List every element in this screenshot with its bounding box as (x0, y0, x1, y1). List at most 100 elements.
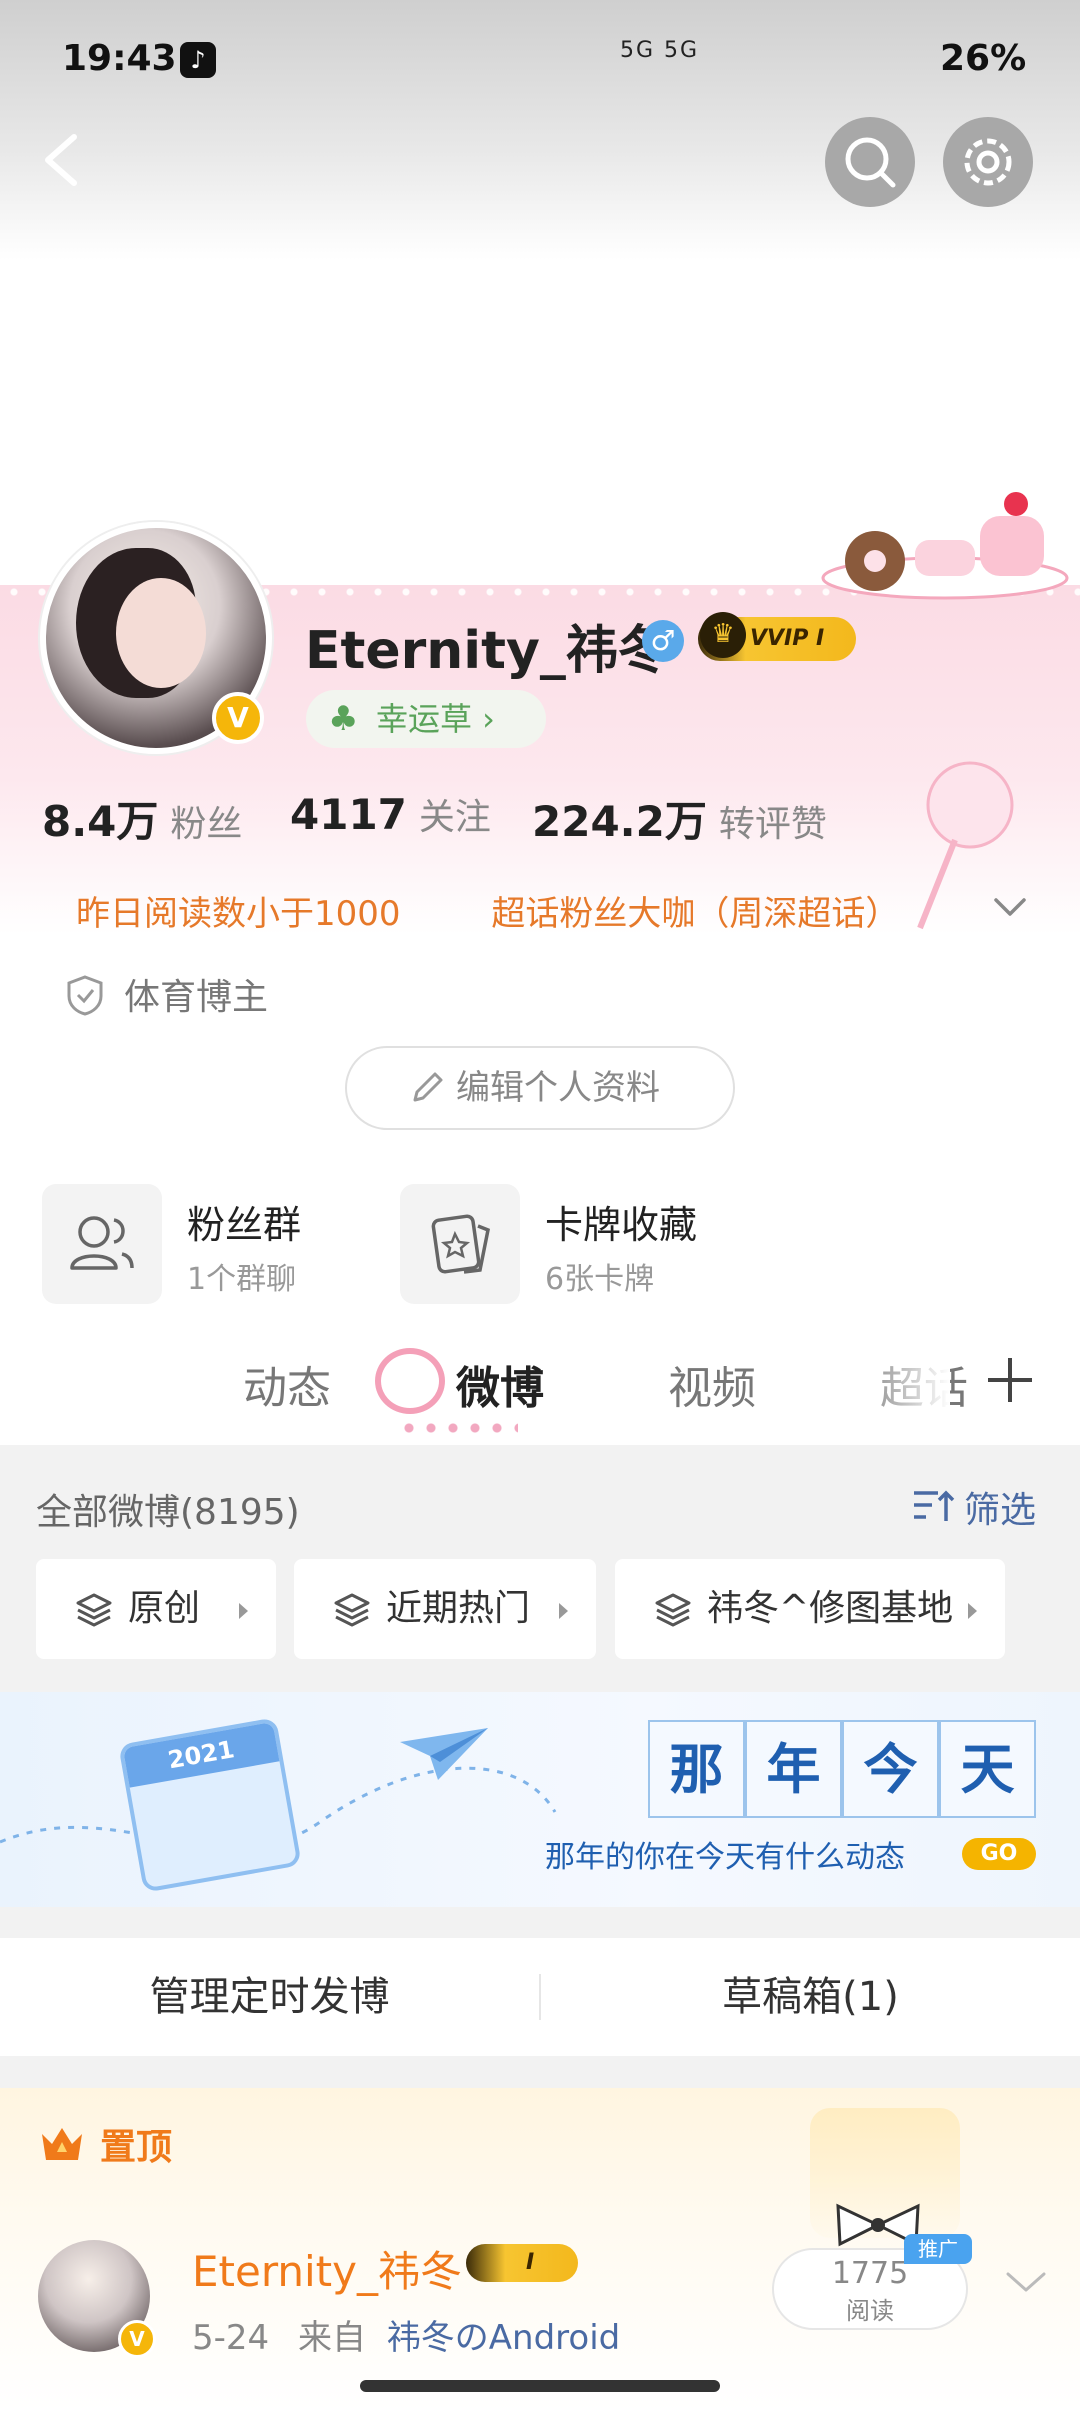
title-char: 那 (648, 1720, 745, 1818)
chip-original[interactable]: 原创 (36, 1559, 276, 1659)
tab-video[interactable]: 视频 (668, 1352, 756, 1416)
chip-original-label: 原创 (128, 1588, 201, 1629)
category-row: 体育博主 (66, 968, 268, 1020)
interactions-count: 224.2万 (532, 797, 707, 846)
following-count: 4117 (290, 790, 407, 839)
post-date: 5-24 (192, 2318, 270, 2358)
chip-recent-hot[interactable]: 近期热门 (294, 1559, 596, 1659)
hello-kitty-icon (375, 1348, 445, 1414)
chip-recent-hot-label: 近期热门 (386, 1588, 531, 1629)
tab-fade-overlay (850, 1330, 950, 1440)
verified-badge: V (118, 2320, 156, 2358)
pencil-icon (413, 1072, 443, 1102)
followers-label: 粉丝 (170, 804, 243, 845)
users-icon (70, 1216, 134, 1270)
following-label: 关注 (418, 797, 491, 838)
filter-icon (914, 1490, 955, 1521)
filter-label: 筛选 (964, 1490, 1037, 1531)
chevron-down-icon[interactable] (990, 888, 1030, 928)
interactions-label: 转评赞 (718, 804, 827, 845)
title-char: 天 (939, 1720, 1036, 1818)
badge-supertopic-fan[interactable]: 超话粉丝大咖（周深超话） (491, 894, 899, 934)
followers-stat[interactable]: 8.4万 粉丝 (42, 788, 242, 849)
caret-right-icon (559, 1603, 568, 1619)
tab-dynamics[interactable]: 动态 (243, 1352, 331, 1416)
feed-filter-bar: 全部微博(8195) 筛选 原创 近期热门 祎冬^修图基地 (0, 1445, 1080, 1690)
scheduled-posts-button[interactable]: 管理定时发博 (0, 1938, 539, 2056)
on-this-day-title: 那 年 今 天 (648, 1720, 1036, 1818)
all-weibo-count: 全部微博(8195) (36, 1492, 300, 1533)
achievement-badges: 昨日阅读数小于1000 超话粉丝大咖（周深超话） (76, 886, 899, 935)
post-source[interactable]: 祎冬のAndroid (387, 2318, 620, 2358)
plus-icon[interactable] (970, 1340, 1050, 1420)
paper-plane-icon (400, 1728, 488, 1780)
layers-icon (334, 1593, 370, 1627)
search-button[interactable] (825, 117, 915, 207)
lucky-clover-chip[interactable]: ♣ 幸运草 › (306, 690, 546, 748)
fan-group-title: 粉丝群 (187, 1203, 302, 1247)
chip-album[interactable]: 祎冬^修图基地 (615, 1559, 1005, 1659)
profile-username: Eternity_祎冬 (305, 621, 670, 681)
layers-icon (655, 1593, 691, 1627)
fan-group-card[interactable]: 粉丝群 1个群聊 (42, 1184, 362, 1304)
cake-sticker-decoration (821, 492, 1069, 600)
clover-icon: ♣ (328, 699, 359, 739)
title-char: 今 (842, 1720, 939, 1818)
caret-right-icon (239, 1603, 248, 1619)
interactions-stat[interactable]: 224.2万 转评赞 (532, 788, 827, 849)
manage-row: 管理定时发博 草稿箱(1) (0, 1938, 1080, 2056)
filter-button[interactable]: 筛选 (912, 1481, 1036, 1533)
read-label: 阅读 (846, 2297, 894, 2325)
network-status: 5G 5G (620, 38, 700, 63)
card-icon (431, 1214, 491, 1274)
fan-group-subtitle: 1个群聊 (187, 1262, 297, 1297)
go-button[interactable]: GO (962, 1838, 1036, 1870)
tab-weibo[interactable]: 微博 (456, 1352, 544, 1416)
pinned-label: 置顶 (100, 2127, 173, 2168)
male-gender-icon: ♂ (642, 620, 684, 662)
post-from-label: 来自 (297, 2318, 366, 2358)
on-this-day-subtitle: 那年的你在今天有什么动态 (545, 1840, 905, 1875)
shield-icon (67, 975, 103, 1016)
search-icon (845, 137, 896, 188)
status-bar: 19:43 ♪ 5G 5G 26% (0, 0, 1080, 120)
vip-badge[interactable]: I (466, 2244, 578, 2282)
tab-active-decoration (398, 1422, 518, 1434)
battery-level: 26% (940, 38, 1027, 79)
card-collection-icon-box (400, 1184, 520, 1304)
edit-profile-button[interactable]: 编辑个人资料 (345, 1046, 735, 1130)
crown-icon: ♛ (700, 612, 746, 658)
badge-reads[interactable]: 昨日阅读数小于1000 (76, 894, 401, 934)
card-collection-subtitle: 6张卡牌 (545, 1262, 655, 1297)
layers-icon (76, 1593, 112, 1627)
following-stat[interactable]: 4117 关注 (290, 788, 491, 840)
avatar-face (116, 578, 206, 688)
settings-button[interactable] (943, 117, 1033, 207)
verified-badge: V (212, 692, 264, 744)
pinned-post[interactable]: 置顶 V Eternity_祎冬 I 5-24 来自 祎冬のAndroid 17… (0, 2088, 1080, 2412)
profile-tabs: 动态 微博 视频 超话 (0, 1330, 1080, 1440)
drafts-button[interactable]: 草稿箱(1) (541, 1938, 1080, 2056)
edit-profile-label: 编辑个人资料 (456, 1068, 660, 1108)
lucky-clover-label: 幸运草 › (376, 700, 495, 738)
home-indicator[interactable] (360, 2380, 720, 2392)
title-char: 年 (745, 1720, 842, 1818)
chevron-down-icon[interactable] (1004, 2268, 1048, 2298)
caret-right-icon (968, 1603, 977, 1619)
on-this-day-banner[interactable]: 2021 那 年 今 天 那年的你在今天有什么动态 GO (0, 1692, 1080, 1907)
card-collection-card[interactable]: 卡牌收藏 6张卡牌 (400, 1184, 740, 1304)
post-author-name[interactable]: Eternity_祎冬 (192, 2238, 462, 2299)
card-collection-title: 卡牌收藏 (545, 1203, 698, 1247)
post-meta: 5-24 来自 祎冬のAndroid (192, 2310, 620, 2359)
gear-icon (964, 138, 1012, 186)
back-button[interactable] (36, 125, 96, 195)
back-arrow-icon (45, 134, 77, 186)
chip-album-label: 祎冬^修图基地 (707, 1588, 954, 1629)
followers-count: 8.4万 (42, 797, 159, 846)
status-time: 19:43 (62, 38, 177, 79)
fan-group-icon-box (42, 1184, 162, 1304)
promote-tag[interactable]: 推广 (904, 2234, 972, 2264)
crown-icon (42, 2128, 82, 2160)
tiktok-notification-icon: ♪ (180, 42, 216, 78)
calendar-icon: 2021 (118, 1717, 302, 1893)
